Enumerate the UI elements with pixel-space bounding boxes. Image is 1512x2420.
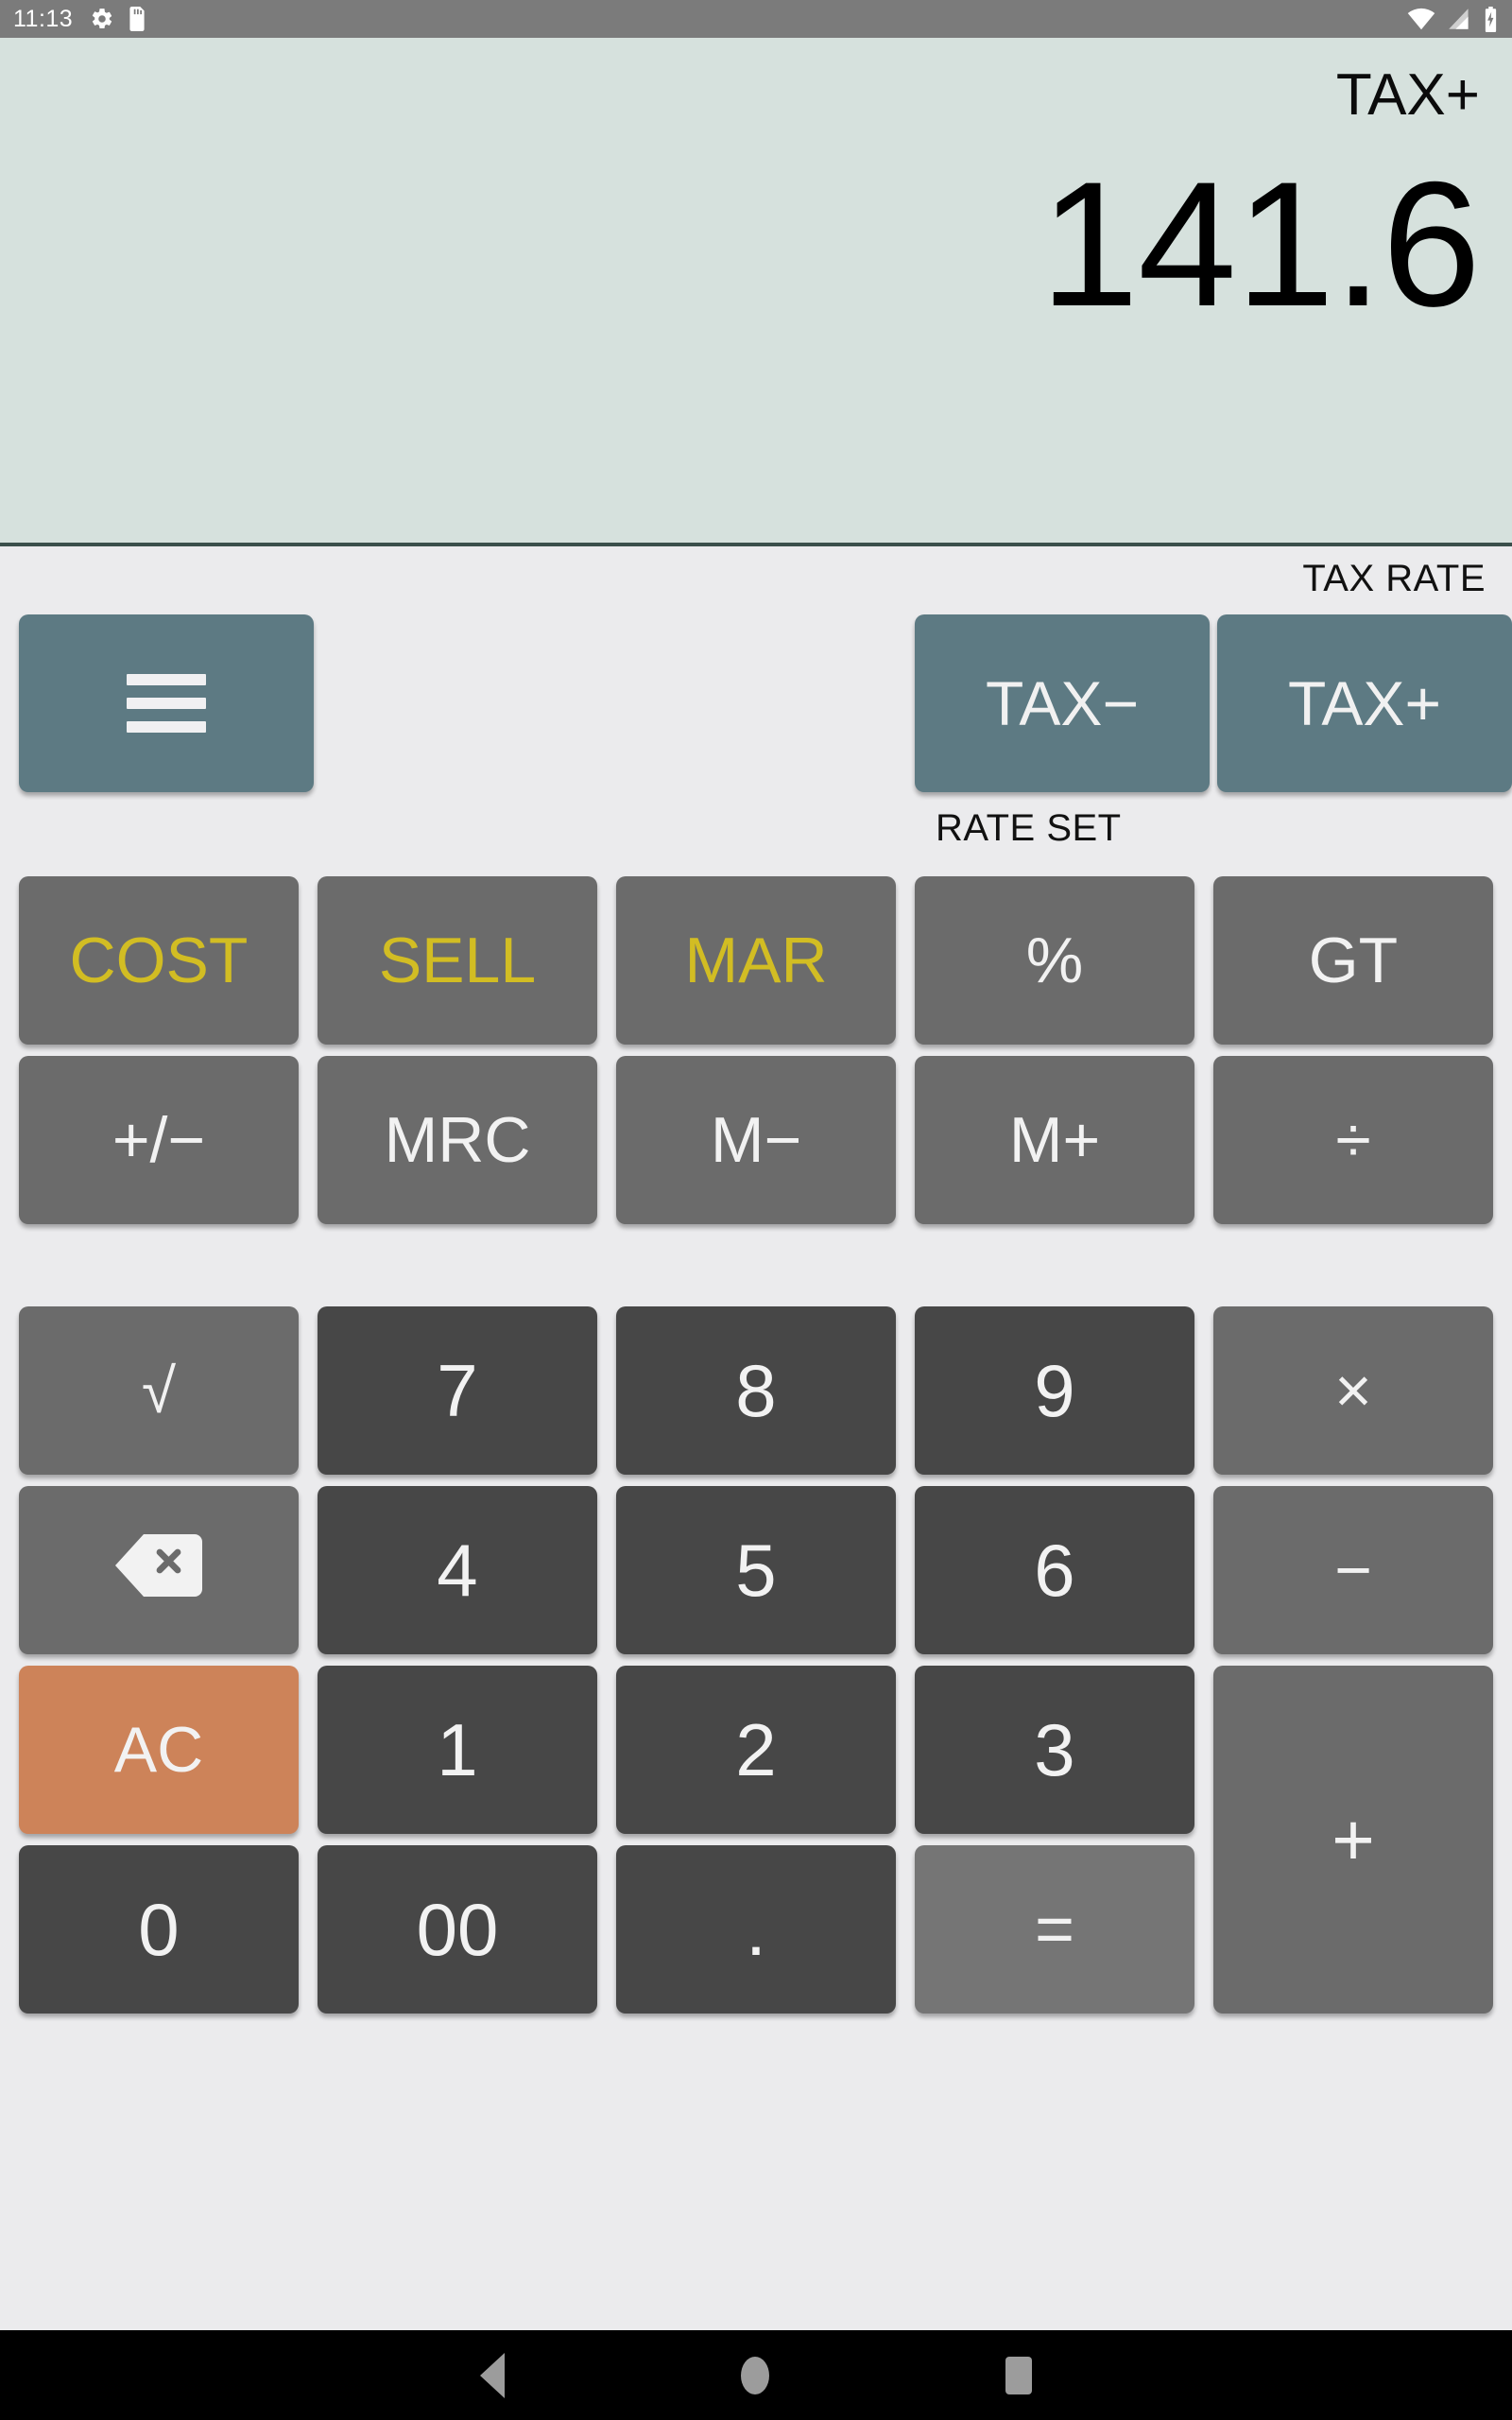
key-sell[interactable]: SELL [318, 876, 597, 1045]
key-equals[interactable]: = [915, 1845, 1194, 2014]
key-plus-minus[interactable]: +/− [19, 1056, 299, 1224]
key-9[interactable]: 9 [915, 1306, 1194, 1475]
tax-minus-button[interactable]: TAX− [915, 614, 1210, 792]
key-cost[interactable]: COST [19, 876, 299, 1045]
android-nav-bar [0, 2330, 1512, 2420]
key-memory-minus[interactable]: M− [616, 1056, 896, 1224]
tax-plus-button[interactable]: TAX+ [1217, 614, 1512, 792]
key-4[interactable]: 4 [318, 1486, 597, 1654]
key-7[interactable]: 7 [318, 1306, 597, 1475]
back-icon[interactable] [480, 2352, 505, 2398]
key-mar[interactable]: MAR [616, 876, 896, 1045]
key-square-root[interactable]: √ [19, 1306, 299, 1475]
rate-set-label: RATE SET [936, 807, 1122, 849]
key-00[interactable]: 00 [318, 1845, 597, 2014]
key-2[interactable]: 2 [616, 1666, 896, 1834]
battery-charging-icon [1483, 6, 1499, 32]
hamburger-menu-icon [127, 674, 206, 733]
gear-icon [90, 7, 114, 31]
key-divide[interactable]: ÷ [1213, 1056, 1493, 1224]
key-3[interactable]: 3 [915, 1666, 1194, 1834]
status-bar: 11:13 [0, 0, 1512, 38]
key-percent[interactable]: % [915, 876, 1194, 1045]
home-icon[interactable] [741, 2356, 769, 2394]
sd-card-icon [128, 7, 146, 31]
key-8[interactable]: 8 [616, 1306, 896, 1475]
wifi-icon [1407, 7, 1435, 31]
status-bar-clock: 11:13 [13, 5, 74, 32]
keypad: TAX RATE RATE SET TAX− TAX+ COST SELL MA… [0, 550, 1512, 2330]
display-mode-label: TAX+ [1335, 62, 1480, 128]
status-bar-left-icons [90, 7, 146, 31]
backspace-icon [115, 1533, 202, 1607]
key-decimal-point[interactable]: . [616, 1845, 896, 2014]
key-subtract[interactable]: − [1213, 1486, 1493, 1654]
tax-controls-row: TAX RATE RATE SET TAX− TAX+ [0, 550, 1512, 876]
key-all-clear[interactable]: AC [19, 1666, 299, 1834]
key-mrc[interactable]: MRC [318, 1056, 597, 1224]
tax-rate-label: TAX RATE [1302, 558, 1486, 599]
menu-button[interactable] [19, 614, 314, 792]
calculator-display: TAX+ 141.6 [0, 38, 1512, 546]
recents-icon[interactable] [1005, 2356, 1032, 2394]
key-multiply[interactable]: × [1213, 1306, 1493, 1475]
key-backspace[interactable] [19, 1486, 299, 1654]
status-bar-right-icons [1407, 6, 1499, 32]
key-0[interactable]: 0 [19, 1845, 299, 2014]
cellular-signal-icon [1448, 7, 1470, 31]
key-5[interactable]: 5 [616, 1486, 896, 1654]
key-6[interactable]: 6 [915, 1486, 1194, 1654]
key-memory-plus[interactable]: M+ [915, 1056, 1194, 1224]
display-value: 141.6 [1040, 145, 1481, 344]
key-1[interactable]: 1 [318, 1666, 597, 1834]
key-gt[interactable]: GT [1213, 876, 1493, 1045]
calculator-app: 11:13 TAX+ 141.6 TAX RATE RATE SET TAX− … [0, 0, 1512, 2420]
key-grid: COST SELL MAR % GT +/− MRC M− M+ ÷ √ 7 8… [0, 876, 1512, 2330]
key-add[interactable]: + [1213, 1666, 1493, 2014]
